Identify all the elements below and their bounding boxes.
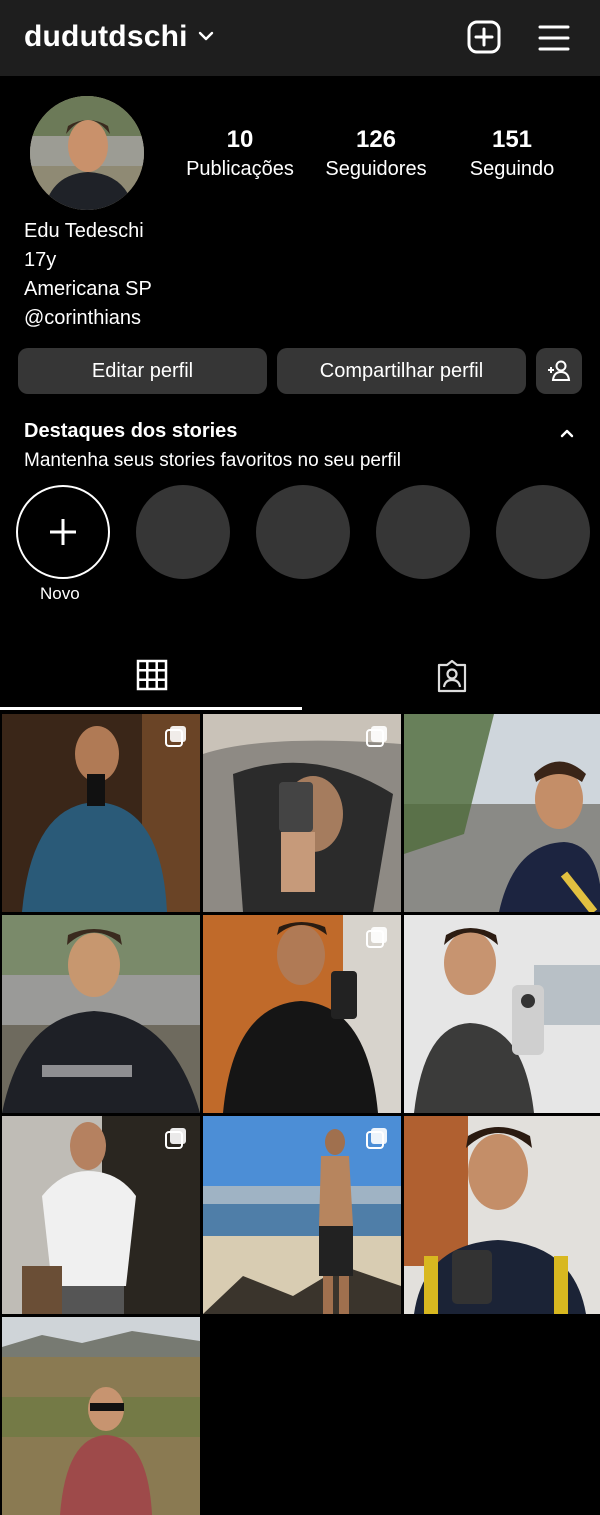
bio-line-age: 17y: [24, 249, 57, 271]
following-count-value: 151: [491, 126, 533, 153]
new-highlight-button[interactable]: [16, 485, 110, 579]
highlight-placeholder: [496, 485, 590, 579]
posts-count-value: 10: [226, 126, 254, 153]
profile-avatar[interactable]: [30, 96, 144, 210]
highlight-placeholder: [376, 485, 470, 579]
new-highlight-label: Novo: [40, 584, 80, 603]
profile-name: Edu Tedeschi: [24, 220, 144, 242]
active-tab-indicator: [0, 707, 302, 710]
post-thumbnail[interactable]: [2, 1116, 200, 1314]
post-thumbnail[interactable]: [2, 1317, 200, 1515]
following-count[interactable]: 151 Seguindo: [462, 124, 562, 182]
post-thumbnail[interactable]: [2, 714, 200, 912]
posts-count-label: Publicações: [186, 158, 294, 180]
followers-count-value: 126: [355, 126, 397, 153]
tagged-person-icon[interactable]: [435, 659, 469, 693]
create-post-icon[interactable]: [466, 19, 502, 55]
discover-people-button[interactable]: [536, 348, 582, 394]
multiple-photos-icon: [366, 726, 387, 747]
post-thumbnail[interactable]: [203, 1116, 401, 1314]
post-thumbnail[interactable]: [404, 1116, 600, 1314]
highlight-placeholder: [136, 485, 230, 579]
multiple-photos-icon: [165, 1128, 186, 1149]
chevron-down-icon[interactable]: [196, 26, 216, 46]
post-thumbnail[interactable]: [404, 915, 600, 1113]
multiple-photos-icon: [366, 1128, 387, 1149]
top-app-bar: dudutdschi: [0, 0, 600, 76]
following-count-label: Seguindo: [469, 158, 555, 180]
share-profile-button[interactable]: Compartilhar perfil: [277, 348, 526, 394]
multiple-photos-icon: [165, 726, 186, 747]
followers-count[interactable]: 126 Seguidores: [320, 124, 432, 182]
post-thumbnail[interactable]: [203, 714, 401, 912]
posts-count[interactable]: 10 Publicações: [182, 124, 298, 182]
menu-icon[interactable]: [536, 20, 572, 56]
chevron-up-icon[interactable]: [558, 424, 576, 442]
post-thumbnail[interactable]: [404, 714, 600, 912]
edit-profile-button[interactable]: Editar perfil: [18, 348, 267, 394]
post-thumbnail[interactable]: [203, 915, 401, 1113]
highlights-subtitle: Mantenha seus stories favoritos no seu p…: [24, 450, 402, 471]
username-title[interactable]: dudutdschi: [24, 20, 188, 54]
plus-icon: [50, 519, 76, 545]
add-person-icon: [548, 360, 571, 381]
followers-count-label: Seguidores: [325, 158, 427, 180]
highlight-placeholder: [256, 485, 350, 579]
post-thumbnail[interactable]: [2, 915, 200, 1113]
multiple-photos-icon: [366, 927, 387, 948]
bio-line-mention[interactable]: @corinthians: [24, 305, 141, 331]
grid-icon[interactable]: [136, 659, 168, 691]
bio-line-location: Americana SP: [24, 278, 152, 300]
highlights-title: Destaques dos stories: [24, 420, 238, 442]
